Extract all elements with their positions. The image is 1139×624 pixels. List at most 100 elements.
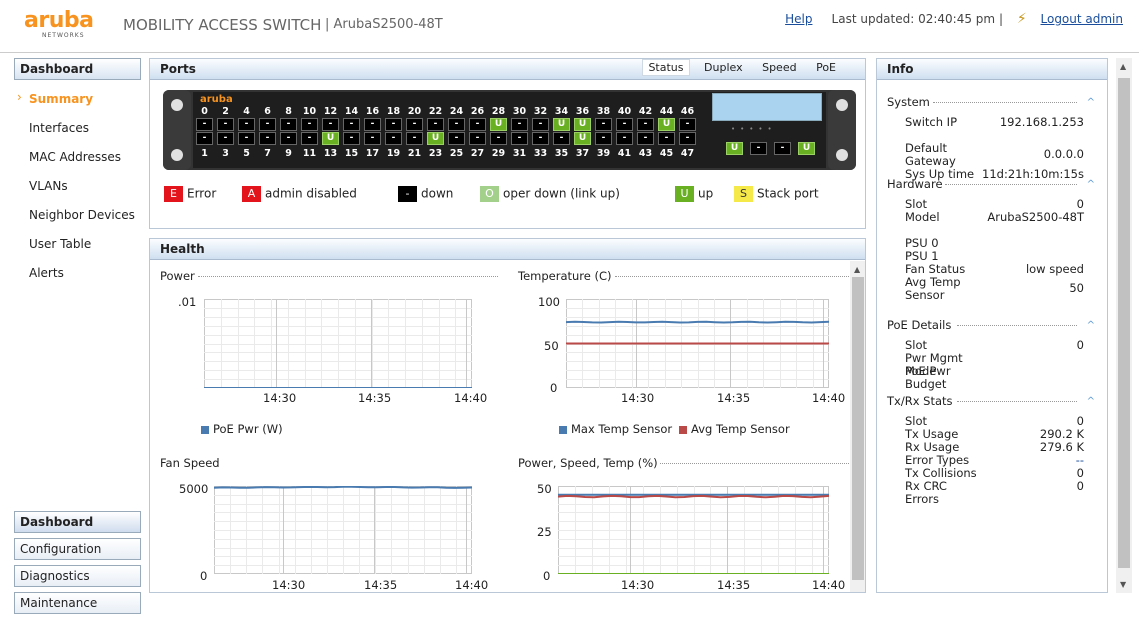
health-scrollbar[interactable]: ▲ bbox=[850, 261, 865, 592]
port-37[interactable]: U bbox=[574, 132, 591, 145]
header-divider-line bbox=[0, 52, 1139, 53]
port-3[interactable]: - bbox=[217, 132, 234, 145]
port-number: 24 bbox=[449, 106, 464, 117]
port-22[interactable]: - bbox=[427, 118, 444, 131]
port-33[interactable]: - bbox=[532, 132, 549, 145]
sidebar-item-summary[interactable]: Summary bbox=[29, 92, 93, 106]
info-scrollbar[interactable]: ▲ ▼ bbox=[1116, 58, 1132, 593]
port-25[interactable]: - bbox=[448, 132, 465, 145]
info-section-hardware[interactable]: Hardware bbox=[887, 177, 943, 191]
port-24[interactable]: - bbox=[448, 118, 465, 131]
port-14[interactable]: - bbox=[343, 118, 360, 131]
port-17[interactable]: - bbox=[364, 132, 381, 145]
port-47[interactable]: - bbox=[679, 132, 696, 145]
nav-configuration-button[interactable]: Configuration bbox=[14, 538, 141, 560]
port-6[interactable]: - bbox=[259, 118, 276, 131]
pst-y-tick: 50 bbox=[537, 482, 552, 496]
top-header: aruba NETWORKS MOBILITY ACCESS SWITCH | … bbox=[0, 0, 1139, 52]
collapse-caret-icon[interactable]: ^ bbox=[1087, 97, 1095, 108]
info-section-system[interactable]: System bbox=[887, 95, 930, 109]
port-15[interactable]: - bbox=[343, 132, 360, 145]
temp-y-tick: 50 bbox=[544, 339, 559, 353]
port-12[interactable]: - bbox=[322, 118, 339, 131]
last-updated: Last updated: 02:40:45 pm bbox=[831, 12, 996, 26]
port-19[interactable]: - bbox=[385, 132, 402, 145]
port-13[interactable]: U bbox=[322, 132, 339, 145]
help-link[interactable]: Help bbox=[785, 12, 812, 26]
sidebar-item-alerts[interactable]: Alerts bbox=[29, 266, 64, 280]
info-scrollbar-thumb[interactable] bbox=[1118, 78, 1130, 568]
port-9[interactable]: - bbox=[280, 132, 297, 145]
port-27[interactable]: - bbox=[469, 132, 486, 145]
port-8[interactable]: - bbox=[280, 118, 297, 131]
temp-x-tick: 14:35 bbox=[717, 391, 751, 405]
nav-dashboard-button[interactable]: Dashboard bbox=[14, 511, 141, 533]
uplink-port[interactable]: U bbox=[726, 142, 743, 155]
uplink-port[interactable]: U bbox=[798, 142, 815, 155]
port-44[interactable]: U bbox=[658, 118, 675, 131]
health-scrollbar-thumb[interactable] bbox=[852, 277, 864, 580]
scroll-up-icon[interactable]: ▲ bbox=[1120, 62, 1126, 71]
port-29[interactable]: - bbox=[490, 132, 507, 145]
logout-link[interactable]: Logout admin bbox=[1041, 12, 1124, 26]
port-28[interactable]: U bbox=[490, 118, 507, 131]
tab-status[interactable]: Status bbox=[642, 59, 690, 76]
port-36[interactable]: U bbox=[574, 118, 591, 131]
collapse-caret-icon[interactable]: ^ bbox=[1087, 320, 1095, 331]
port-2[interactable]: - bbox=[217, 118, 234, 131]
nav-maintenance-button[interactable]: Maintenance bbox=[14, 592, 141, 614]
port-1[interactable]: - bbox=[196, 132, 213, 145]
port-0[interactable]: - bbox=[196, 118, 213, 131]
port-26[interactable]: - bbox=[469, 118, 486, 131]
sidebar-item-vlans[interactable]: VLANs bbox=[29, 179, 68, 193]
port-40[interactable]: - bbox=[616, 118, 633, 131]
nav-diagnostics-button[interactable]: Diagnostics bbox=[14, 565, 141, 587]
port-39[interactable]: - bbox=[595, 132, 612, 145]
port-16[interactable]: - bbox=[364, 118, 381, 131]
port-42[interactable]: - bbox=[637, 118, 654, 131]
port-46[interactable]: - bbox=[679, 118, 696, 131]
info-section-poe[interactable]: PoE Details bbox=[887, 318, 951, 332]
sidebar: Dashboard › Summary Interfaces MAC Addre… bbox=[0, 53, 150, 624]
port-number: 45 bbox=[659, 148, 674, 159]
tab-speed[interactable]: Speed bbox=[757, 60, 801, 75]
uplink-port[interactable]: - bbox=[774, 142, 791, 155]
port-5[interactable]: - bbox=[238, 132, 255, 145]
port-11[interactable]: - bbox=[301, 132, 318, 145]
port-45[interactable]: - bbox=[658, 132, 675, 145]
port-41[interactable]: - bbox=[616, 132, 633, 145]
port-34[interactable]: U bbox=[553, 118, 570, 131]
port-10[interactable]: - bbox=[301, 118, 318, 131]
port-20[interactable]: - bbox=[406, 118, 423, 131]
scroll-up-icon[interactable]: ▲ bbox=[854, 265, 860, 274]
info-value[interactable]: -- bbox=[974, 454, 1084, 467]
sidebar-item-mac-addresses[interactable]: MAC Addresses bbox=[29, 150, 121, 164]
port-31[interactable]: - bbox=[511, 132, 528, 145]
port-number: 26 bbox=[470, 106, 485, 117]
legend-swatch: O bbox=[480, 186, 499, 202]
port-number: 37 bbox=[575, 148, 590, 159]
port-7[interactable]: - bbox=[259, 132, 276, 145]
port-38[interactable]: - bbox=[595, 118, 612, 131]
port-30[interactable]: - bbox=[511, 118, 528, 131]
port-number: 9 bbox=[285, 148, 292, 159]
tab-duplex[interactable]: Duplex bbox=[699, 60, 748, 75]
uplink-port[interactable]: - bbox=[750, 142, 767, 155]
lightning-icon[interactable]: ⚡ bbox=[1017, 11, 1027, 27]
port-43[interactable]: - bbox=[637, 132, 654, 145]
port-21[interactable]: - bbox=[406, 132, 423, 145]
sidebar-item-user-table[interactable]: User Table bbox=[29, 237, 91, 251]
collapse-caret-icon[interactable]: ^ bbox=[1087, 396, 1095, 407]
port-23[interactable]: U bbox=[427, 132, 444, 145]
mount-hole bbox=[171, 149, 183, 161]
collapse-caret-icon[interactable]: ^ bbox=[1087, 179, 1095, 190]
scroll-down-icon[interactable]: ▼ bbox=[1120, 580, 1126, 589]
port-4[interactable]: - bbox=[238, 118, 255, 131]
port-32[interactable]: - bbox=[532, 118, 549, 131]
port-35[interactable]: - bbox=[553, 132, 570, 145]
port-18[interactable]: - bbox=[385, 118, 402, 131]
info-section-txrx[interactable]: Tx/Rx Stats bbox=[887, 394, 953, 408]
sidebar-item-interfaces[interactable]: Interfaces bbox=[29, 121, 89, 135]
sidebar-item-neighbor-devices[interactable]: Neighbor Devices bbox=[29, 208, 135, 222]
tab-poe[interactable]: PoE bbox=[811, 60, 841, 75]
